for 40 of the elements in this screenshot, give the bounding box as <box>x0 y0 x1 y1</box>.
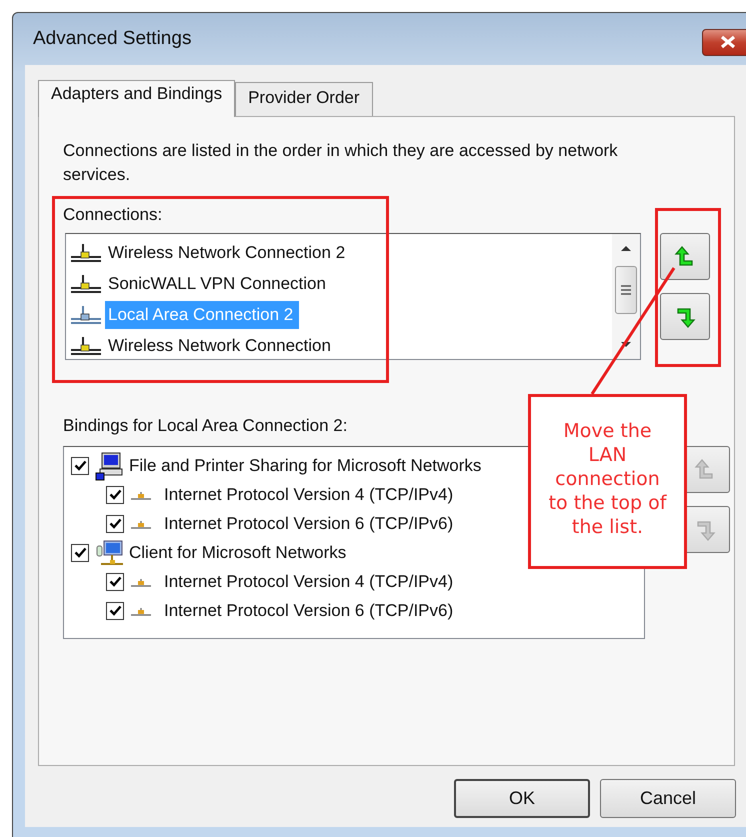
description-text: Connections are listed in the order in which they are accessed by network services. <box>63 140 619 186</box>
window-title: Advanced Settings <box>33 28 192 50</box>
protocol-item[interactable]: Internet Protocol Version 6 (TCP/IPv6) <box>164 514 454 534</box>
connection-item[interactable]: SonicWALL VPN Connection <box>105 270 332 298</box>
computer-icon <box>95 538 125 568</box>
network-icon <box>70 304 102 326</box>
connections-label: Connections: <box>63 205 162 225</box>
checkbox[interactable] <box>71 456 89 474</box>
bindings-label: Bindings for Local Area Connection 2: <box>63 416 348 436</box>
annotation-tooltip: Move the LAN connection to the top of the list. <box>528 394 687 569</box>
connection-item[interactable]: Wireless Network Connection 2 <box>105 238 352 266</box>
connection-item[interactable]: Wireless Network Connection <box>105 332 337 360</box>
binding-item[interactable]: Client for Microsoft Networks <box>129 542 346 562</box>
checkbox[interactable] <box>106 486 124 504</box>
move-down-button[interactable] <box>660 293 710 340</box>
scroll-thumb[interactable] <box>615 266 637 314</box>
scrollbar[interactable] <box>612 234 640 359</box>
protocol-item[interactable]: Internet Protocol Version 4 (TCP/IPv4) <box>164 484 454 504</box>
connections-list[interactable]: Wireless Network Connection 2 SonicWALL VPN Connection Local Area Connection 2 Wireless Network Connection <box>65 233 641 360</box>
network-icon <box>70 242 102 264</box>
dialog-button[interactable]: OK <box>454 779 590 818</box>
tab[interactable]: Adapters and Bindings <box>38 80 236 117</box>
network-icon <box>70 334 102 356</box>
network-icon <box>70 272 102 294</box>
dialog-button[interactable]: Cancel <box>600 779 736 818</box>
checkbox[interactable] <box>106 514 124 532</box>
tab[interactable]: Provider Order <box>235 82 373 116</box>
protocol-item[interactable]: Internet Protocol Version 4 (TCP/IPv4) <box>164 572 454 592</box>
checkbox[interactable] <box>106 602 124 620</box>
protocol-item[interactable]: Internet Protocol Version 6 (TCP/IPv6) <box>164 600 454 620</box>
computer-icon <box>95 450 125 480</box>
checkbox[interactable] <box>106 572 124 590</box>
scroll-down-icon <box>620 341 632 349</box>
checkbox[interactable] <box>71 544 89 562</box>
scroll-up-icon <box>620 244 632 252</box>
close-icon <box>719 35 737 49</box>
move-up-button[interactable] <box>660 233 710 280</box>
grip-icon <box>620 284 632 296</box>
close-button[interactable] <box>702 28 746 56</box>
binding-item[interactable]: File and Printer Sharing for Microsoft Networks <box>129 456 482 476</box>
